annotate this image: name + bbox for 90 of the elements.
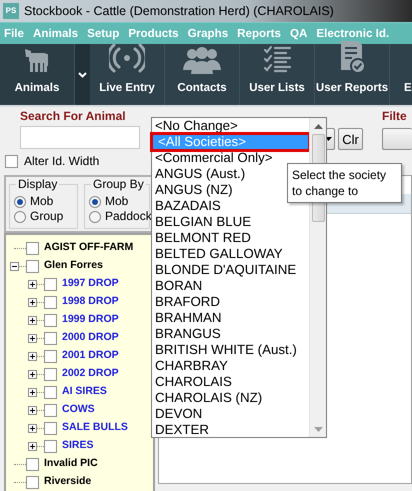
toolbar-button[interactable]: Contacts: [165, 44, 240, 105]
toolbar-button[interactable]: E: [390, 44, 410, 105]
plus-icon: [29, 352, 36, 360]
expand-button[interactable]: [28, 352, 37, 360]
clear-button[interactable]: Clr: [338, 128, 363, 150]
tree-checkbox[interactable]: [26, 476, 39, 488]
tree-checkbox[interactable]: [44, 422, 57, 434]
tree-checkbox[interactable]: [26, 260, 39, 272]
toolbar-button[interactable]: Animals: [0, 44, 75, 105]
tree-checkbox[interactable]: [44, 440, 57, 452]
window-title: Stockbook - Cattle (Demonstration Herd) (CHAROLAIS): [24, 2, 334, 20]
plus-icon: [29, 298, 36, 306]
checkbox-label: Alter Id. Width: [24, 153, 100, 170]
dropdown-option[interactable]: BELGIAN BLUE: [152, 214, 309, 230]
plus-icon: [29, 280, 36, 288]
search-field[interactable]: [20, 126, 140, 149]
expand-button[interactable]: [28, 280, 37, 288]
tree-item[interactable]: AGIST OFF-FARM: [44, 240, 134, 256]
toolbar-button[interactable]: User Reports: [315, 44, 390, 105]
dropdown-option[interactable]: BORAN: [152, 278, 309, 294]
dropdown-option[interactable]: BRANGUS: [152, 326, 309, 342]
checklist-icon: [262, 44, 292, 74]
dropdown-option[interactable]: <No Change>: [152, 118, 309, 134]
filter-button[interactable]: [382, 128, 412, 150]
tree-checkbox[interactable]: [26, 458, 39, 470]
tree-item[interactable]: 1998 DROP: [62, 294, 119, 310]
expand-button[interactable]: [28, 370, 37, 378]
radio-button[interactable]: Paddock: [89, 209, 152, 224]
plus-icon: [29, 442, 36, 450]
expand-button[interactable]: [28, 334, 37, 342]
tree-checkbox[interactable]: [44, 332, 57, 344]
dropdown-option[interactable]: BLONDE D'AQUITAINE: [152, 262, 309, 278]
expand-button[interactable]: [28, 406, 37, 414]
tree-item[interactable]: 1997 DROP: [62, 276, 119, 292]
tree-item[interactable]: SIRES: [62, 438, 94, 454]
chevron-down-icon: [78, 72, 87, 78]
tree-checkbox[interactable]: [26, 242, 39, 254]
tree-checkbox[interactable]: [44, 350, 57, 362]
dropdown-option[interactable]: BRAHMAN: [152, 310, 309, 326]
tree-checkbox[interactable]: [44, 314, 57, 326]
tree-checkbox[interactable]: [44, 296, 57, 308]
tree-checkbox[interactable]: [44, 368, 57, 380]
tree-item[interactable]: AI SIRES: [62, 384, 107, 400]
dropdown-option[interactable]: BELMONT RED: [152, 230, 309, 246]
expand-button[interactable]: [28, 442, 37, 450]
dropdown-option[interactable]: CHAROLAIS (NZ): [152, 390, 309, 406]
plus-icon: [29, 388, 36, 396]
radio-button[interactable]: Group: [14, 209, 64, 224]
tree-checkbox[interactable]: [44, 404, 57, 416]
plus-icon: [29, 424, 36, 432]
tooltip: Select the society to change to: [287, 163, 402, 203]
expand-button[interactable]: [28, 424, 37, 432]
plus-icon: [29, 334, 36, 342]
dropdown-option[interactable]: BRAFORD: [152, 294, 309, 310]
dropdown-option[interactable]: <Commercial Only>: [152, 150, 309, 166]
plus-icon: [29, 370, 36, 378]
checkbox[interactable]: [5, 154, 18, 168]
dropdown-option[interactable]: DEVON: [152, 406, 309, 422]
group-title: Group By: [91, 178, 146, 191]
filter-label: Filte: [382, 109, 408, 124]
expand-button[interactable]: [28, 388, 37, 396]
scroll-down-icon[interactable]: [314, 426, 322, 432]
tree-item[interactable]: 1999 DROP: [62, 312, 119, 328]
tree-checkbox[interactable]: [44, 386, 57, 398]
tree-item[interactable]: Riverside: [44, 474, 92, 490]
tree-item[interactable]: SALE BULLS: [62, 420, 128, 436]
search-label: Search For Animal: [20, 109, 127, 124]
dropdown-option[interactable]: CHAROLAIS: [152, 374, 309, 390]
tree-item[interactable]: Invalid PIC: [44, 456, 98, 472]
radio-button[interactable]: Mob: [89, 194, 128, 209]
tree-item[interactable]: 2000 DROP: [62, 330, 119, 346]
dropdown-option[interactable]: DEXTER: [152, 422, 309, 438]
expand-button[interactable]: [28, 298, 37, 306]
group-title: Display: [16, 178, 60, 191]
dropdown-option[interactable]: BRITISH WHITE (Aust.): [152, 342, 309, 358]
plus-icon: [29, 406, 36, 414]
radio-button[interactable]: Mob: [14, 194, 54, 209]
app-icon: PS: [3, 3, 19, 19]
dropdown-option[interactable]: BELTED GALLOWAY: [152, 246, 309, 262]
tree-checkbox[interactable]: [44, 278, 57, 290]
plus-icon: [29, 316, 36, 324]
broadcast-icon: [109, 42, 145, 74]
dropdown-option[interactable]: CHARBRAY: [152, 358, 309, 374]
expand-button[interactable]: [10, 262, 19, 270]
tree-item[interactable]: 2001 DROP: [62, 348, 119, 364]
tree-item[interactable]: 2002 DROP: [62, 366, 119, 382]
tree-item[interactable]: COWS: [62, 402, 95, 418]
tree-item[interactable]: Glen Forres: [44, 258, 103, 274]
expand-button[interactable]: [28, 316, 37, 324]
scroll-up-icon[interactable]: [314, 124, 322, 128]
